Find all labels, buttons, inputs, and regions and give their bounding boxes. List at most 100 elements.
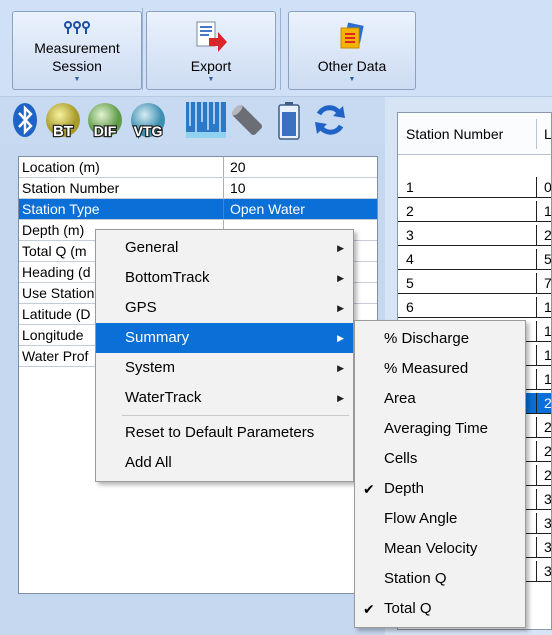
- refresh-icon[interactable]: [312, 102, 348, 138]
- location-cell: 3: [544, 563, 552, 579]
- station-number-cell: 3: [406, 227, 414, 243]
- property-value[interactable]: 20: [224, 157, 377, 177]
- bt-icon[interactable]: BT: [42, 102, 84, 142]
- cell-divider: [536, 441, 537, 461]
- summary-item[interactable]: % Measured: [355, 354, 525, 384]
- menu-item-gps[interactable]: GPS ▶: [96, 293, 353, 323]
- menu-item-label: Total Q: [384, 600, 432, 617]
- export-button[interactable]: Export ▼: [146, 11, 276, 90]
- dif-label: DIF: [94, 123, 117, 139]
- menu-item-label: GPS: [125, 299, 157, 316]
- water-column-icon[interactable]: [186, 102, 226, 138]
- context-menu: General ▶ BottomTrack ▶ GPS ▶ Summary ▶ System ▶ W…: [95, 229, 354, 482]
- menu-item-watertrack[interactable]: WaterTrack ▶: [96, 383, 353, 413]
- menu-item-label: Station Q: [384, 570, 447, 587]
- location-cell: 5: [544, 251, 552, 267]
- menu-item-summary[interactable]: Summary ▶: [96, 323, 353, 353]
- battery-icon[interactable]: [278, 102, 300, 140]
- measurement-session-button[interactable]: Measurement Session ▼: [12, 11, 142, 90]
- measurement-session-label: Measurement Session ▼: [13, 39, 141, 83]
- cell-divider: [536, 177, 537, 197]
- cell-divider: [536, 345, 537, 365]
- cell-divider: [536, 417, 537, 437]
- bt-label: BT: [53, 123, 73, 140]
- column-header-station-number[interactable]: Station Number: [406, 126, 503, 142]
- cell-divider: [536, 513, 537, 533]
- table-row[interactable]: 21: [398, 201, 552, 222]
- export-label: Export ▼: [147, 58, 275, 83]
- summary-item[interactable]: Averaging Time: [355, 414, 525, 444]
- menu-item-bottomtrack[interactable]: BottomTrack ▶: [96, 263, 353, 293]
- table-row[interactable]: 61: [398, 297, 552, 318]
- summary-item[interactable]: Area: [355, 384, 525, 414]
- table-row[interactable]: 10: [398, 177, 551, 198]
- cell-divider: [536, 393, 537, 413]
- location-cell: 1: [544, 203, 552, 219]
- menu-item-label: Flow Angle: [384, 510, 458, 527]
- table-row[interactable]: 45: [398, 249, 552, 270]
- summary-item[interactable]: Mean Velocity: [355, 534, 525, 564]
- cell-divider: [536, 249, 537, 269]
- cell-divider: [536, 561, 537, 581]
- other-data-icon: [340, 22, 364, 49]
- submenu-arrow-icon: ▶: [337, 243, 344, 253]
- menu-item-label: General: [125, 239, 179, 256]
- ribbon-toolbar: Measurement Session ▼ Export ▼ Other Dat…: [0, 0, 552, 97]
- menu-item-label: Reset to Default Parameters: [125, 424, 315, 441]
- menu-item-label: Summary: [125, 329, 190, 346]
- menu-item-label: WaterTrack: [125, 389, 202, 406]
- menu-item-label: Cells: [384, 450, 418, 467]
- summary-item[interactable]: Station Q: [355, 564, 525, 594]
- submenu-arrow-icon: ▶: [337, 393, 344, 403]
- summary-submenu: % Discharge % Measured Area Averaging Time C…: [354, 320, 526, 628]
- vtg-label: VTG: [134, 123, 163, 139]
- pipe-icon[interactable]: [230, 102, 264, 138]
- menu-item-label: Averaging Time: [384, 420, 488, 437]
- bluetooth-icon[interactable]: [12, 102, 38, 138]
- location-cell: 1: [544, 299, 552, 315]
- location-cell: 1: [544, 347, 552, 363]
- vtg-icon[interactable]: VTG: [126, 102, 170, 142]
- table-row[interactable]: 57: [398, 273, 551, 294]
- dropdown-arrow-icon: ▼: [73, 76, 81, 83]
- property-value[interactable]: 10: [224, 178, 377, 198]
- location-cell: 1: [544, 371, 552, 387]
- column-divider[interactable]: [536, 119, 537, 149]
- checkmark-icon: ✔: [363, 481, 375, 497]
- table-row[interactable]: 32: [398, 225, 551, 246]
- column-header-location[interactable]: L: [544, 126, 551, 142]
- dropdown-arrow-icon: ▼: [348, 76, 356, 83]
- summary-item[interactable]: Cells: [355, 444, 525, 474]
- station-number-cell: 1: [406, 179, 414, 195]
- menu-item-label: Mean Velocity: [384, 540, 478, 557]
- property-row[interactable]: Location (m) 20: [19, 157, 377, 178]
- summary-item[interactable]: ✔ Total Q: [355, 594, 525, 624]
- dif-icon[interactable]: DIF: [84, 102, 126, 142]
- dropdown-arrow-icon: ▼: [207, 76, 215, 83]
- menu-item-label: Area: [384, 390, 416, 407]
- menu-item-general[interactable]: General ▶: [96, 233, 353, 263]
- checkmark-icon: ✔: [363, 601, 375, 617]
- summary-item[interactable]: ✔ Depth: [355, 474, 525, 504]
- other-data-button[interactable]: Other Data ▼: [288, 11, 416, 90]
- property-row[interactable]: Station Number 10: [19, 178, 377, 199]
- location-cell: 1: [544, 323, 552, 339]
- location-cell: 2: [544, 443, 552, 459]
- location-cell: 3: [544, 515, 552, 531]
- location-cell: 2: [544, 395, 552, 411]
- summary-item[interactable]: % Discharge: [355, 324, 525, 354]
- station-number-cell: 2: [406, 203, 414, 219]
- menu-item-label: % Measured: [384, 360, 469, 377]
- summary-item[interactable]: Flow Angle: [355, 504, 525, 534]
- menu-item-label: BottomTrack: [125, 269, 210, 286]
- add-all-item[interactable]: Add All: [96, 448, 353, 478]
- location-cell: 2: [544, 419, 552, 435]
- menu-item-system[interactable]: System ▶: [96, 353, 353, 383]
- property-row[interactable]: Station Type Open Water: [19, 199, 377, 220]
- measurement-session-icon: [64, 21, 90, 34]
- reset-default-parameters-item[interactable]: Reset to Default Parameters: [96, 418, 353, 448]
- cell-divider: [536, 489, 537, 509]
- station-number-cell: 6: [406, 299, 414, 315]
- status-icon-bar: BT DIF VTG: [0, 97, 385, 144]
- property-value[interactable]: Open Water: [224, 199, 377, 219]
